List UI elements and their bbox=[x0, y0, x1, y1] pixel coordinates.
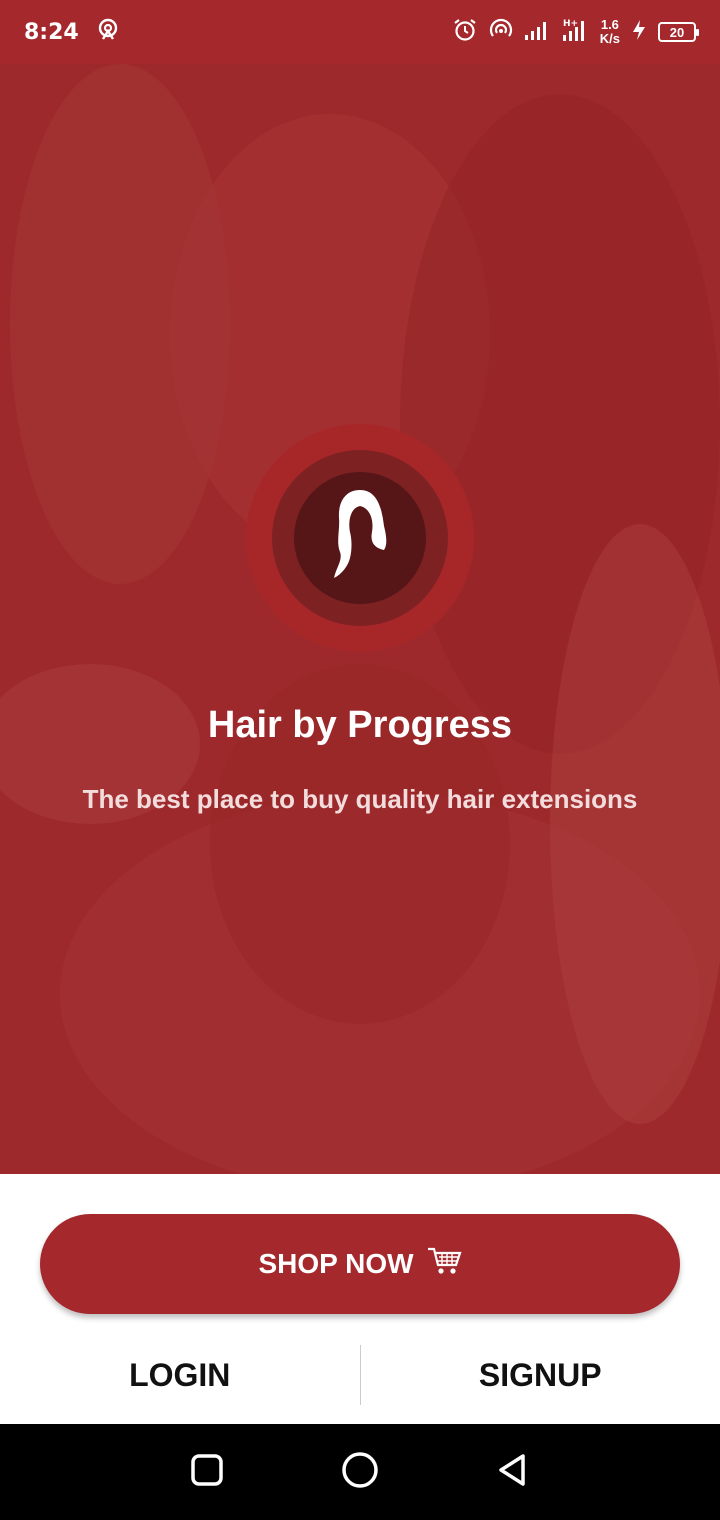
battery-indicator: 20 bbox=[658, 22, 699, 42]
status-bar: 8:24 H+ 1.6 K/s 20 bbox=[0, 0, 720, 64]
status-right: H+ 1.6 K/s 20 bbox=[452, 17, 699, 48]
shop-now-button[interactable]: SHOP NOW bbox=[40, 1214, 680, 1314]
system-nav-bar bbox=[0, 1424, 720, 1520]
shop-now-label: SHOP NOW bbox=[258, 1248, 414, 1279]
status-time: 8:24 bbox=[24, 19, 79, 45]
hotspot-icon bbox=[95, 17, 121, 48]
network-speed: 1.6 K/s bbox=[600, 18, 620, 46]
square-icon bbox=[189, 1452, 225, 1493]
home-button[interactable] bbox=[336, 1448, 384, 1496]
status-left: 8:24 bbox=[24, 17, 121, 48]
circle-icon bbox=[340, 1450, 380, 1495]
signal-icon bbox=[524, 18, 552, 47]
network-speed-unit: K/s bbox=[599, 31, 620, 46]
signal-4g-icon: H+ bbox=[562, 17, 590, 48]
auth-row: LOGIN SIGNUP bbox=[0, 1340, 720, 1410]
signup-button[interactable]: SIGNUP bbox=[361, 1340, 720, 1410]
wifi-hotspot-icon bbox=[488, 17, 514, 48]
app-subtitle: The best place to buy quality hair exten… bbox=[82, 784, 638, 814]
app-title: Hair by Progress bbox=[207, 704, 513, 746]
recents-button[interactable] bbox=[183, 1448, 231, 1496]
hero-section: Hair by Progress The best place to buy q… bbox=[0, 64, 720, 1174]
logo-outer-ring bbox=[246, 424, 474, 652]
shopping-cart-icon bbox=[426, 1245, 462, 1284]
logo-inner-circle bbox=[294, 472, 426, 604]
back-button[interactable] bbox=[489, 1448, 537, 1496]
alarm-icon bbox=[452, 17, 478, 48]
triangle-back-icon bbox=[495, 1452, 531, 1493]
woman-hair-silhouette-icon bbox=[330, 486, 390, 591]
logo-middle-ring bbox=[272, 450, 448, 626]
network-speed-value: 1.6 bbox=[600, 17, 619, 32]
login-button[interactable]: LOGIN bbox=[0, 1340, 360, 1410]
charging-icon bbox=[630, 18, 648, 47]
